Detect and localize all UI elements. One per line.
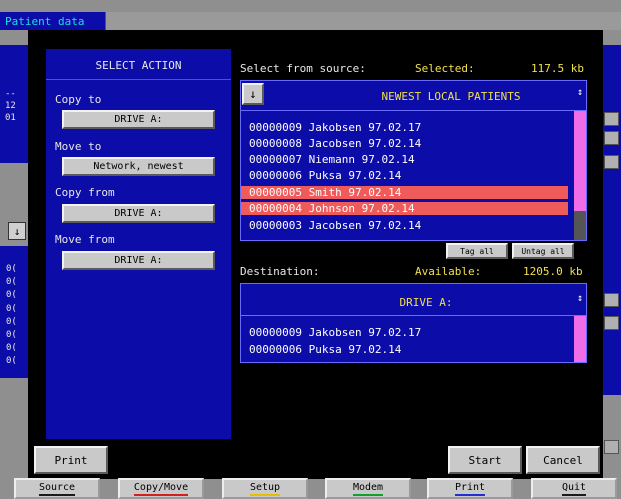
tab-print[interactable]: Print: [427, 478, 513, 499]
background-side-button[interactable]: [604, 316, 619, 330]
background-side-button[interactable]: [604, 112, 619, 126]
background-side-button[interactable]: [604, 131, 619, 145]
divider: [241, 110, 586, 111]
destination-header: Destination:: [240, 265, 320, 278]
start-button[interactable]: Start: [448, 446, 522, 474]
destination-list: DRIVE A: ↕ 00000009 Jakobsen 97.02.17 00…: [240, 283, 587, 363]
scrollbar[interactable]: [574, 316, 586, 362]
divider: [241, 315, 586, 316]
background-side-button[interactable]: [604, 155, 619, 169]
available-label: Available:: [415, 265, 482, 278]
selected-label: Selected:: [415, 62, 475, 75]
app-title: Patient data: [0, 12, 105, 30]
scrollbar-track[interactable]: [574, 211, 586, 240]
list-item[interactable]: 00000006 Puksa 97.02.14: [248, 343, 568, 356]
select-action-panel: SELECT ACTION Copy to DRIVE A: Move to N…: [46, 49, 231, 439]
list-item[interactable]: 00000008 Jacobsen 97.02.14: [248, 137, 568, 150]
divider: [46, 79, 231, 80]
tab-label: Print: [454, 482, 486, 496]
arrow-down-icon[interactable]: ↓: [242, 83, 264, 105]
select-action-title: SELECT ACTION: [95, 59, 182, 72]
print-button[interactable]: Print: [34, 446, 108, 474]
list-item-selected[interactable]: 00000004 Johnson 97.02.14: [241, 202, 568, 215]
background-side-button[interactable]: [604, 293, 619, 307]
source-header: Select from source:: [240, 62, 366, 75]
available-size: 1205.0 kb: [523, 265, 583, 278]
tab-label: Quit: [561, 482, 587, 496]
move-from-button[interactable]: DRIVE A:: [62, 251, 215, 270]
untag-all-button[interactable]: Untag all: [512, 243, 574, 259]
tag-all-button[interactable]: Tag all: [446, 243, 508, 259]
tab-modem[interactable]: Modem: [325, 478, 411, 499]
background-list-text: 0( 0( 0( 0( 0( 0( 0( 0(: [6, 264, 17, 367]
background-list-text: -- 12 01: [5, 89, 16, 123]
list-item[interactable]: 00000009 Jakobsen 97.02.17: [248, 326, 568, 339]
copy-from-label: Copy from: [55, 186, 115, 199]
selected-size: 117.5 kb: [531, 62, 584, 75]
list-item-selected[interactable]: 00000005 Smith 97.02.14: [241, 186, 568, 199]
copy-to-label: Copy to: [55, 93, 102, 106]
arrow-down-icon[interactable]: ↓: [8, 222, 26, 240]
tab-label: Modem: [352, 482, 384, 496]
scrollbar[interactable]: [574, 111, 586, 211]
move-to-label: Move to: [55, 140, 102, 153]
move-to-button[interactable]: Network, newest: [62, 157, 215, 176]
background-panel-right: [603, 45, 621, 395]
list-item[interactable]: 00000003 Jacobsen 97.02.14: [248, 219, 568, 232]
source-list: ↓ NEWEST LOCAL PATIENTS ↕ 00000009 Jakob…: [240, 80, 587, 241]
copy-to-button[interactable]: DRIVE A:: [62, 110, 215, 129]
tab-label: Source: [38, 482, 76, 496]
list-item[interactable]: 00000006 Puksa 97.02.14: [248, 169, 568, 182]
cancel-button[interactable]: Cancel: [526, 446, 600, 474]
tab-copy-move[interactable]: Copy/Move: [118, 478, 204, 499]
list-item[interactable]: 00000009 Jakobsen 97.02.17: [248, 121, 568, 134]
copy-from-button[interactable]: DRIVE A:: [62, 204, 215, 223]
scroll-arrows-icon[interactable]: ↕: [574, 87, 586, 105]
scroll-arrows-icon[interactable]: ↕: [574, 293, 586, 311]
tab-label: Copy/Move: [133, 482, 189, 496]
tab-setup[interactable]: Setup: [222, 478, 308, 499]
destination-list-title[interactable]: DRIVE A:: [331, 296, 521, 309]
background-side-button[interactable]: [604, 440, 619, 454]
move-from-label: Move from: [55, 233, 115, 246]
list-item[interactable]: 00000007 Niemann 97.02.14: [248, 153, 568, 166]
source-list-title[interactable]: NEWEST LOCAL PATIENTS: [341, 90, 561, 103]
tab-source[interactable]: Source: [14, 478, 100, 499]
app-title-bar: [105, 12, 621, 30]
tab-label: Setup: [249, 482, 281, 496]
tab-quit[interactable]: Quit: [531, 478, 617, 499]
